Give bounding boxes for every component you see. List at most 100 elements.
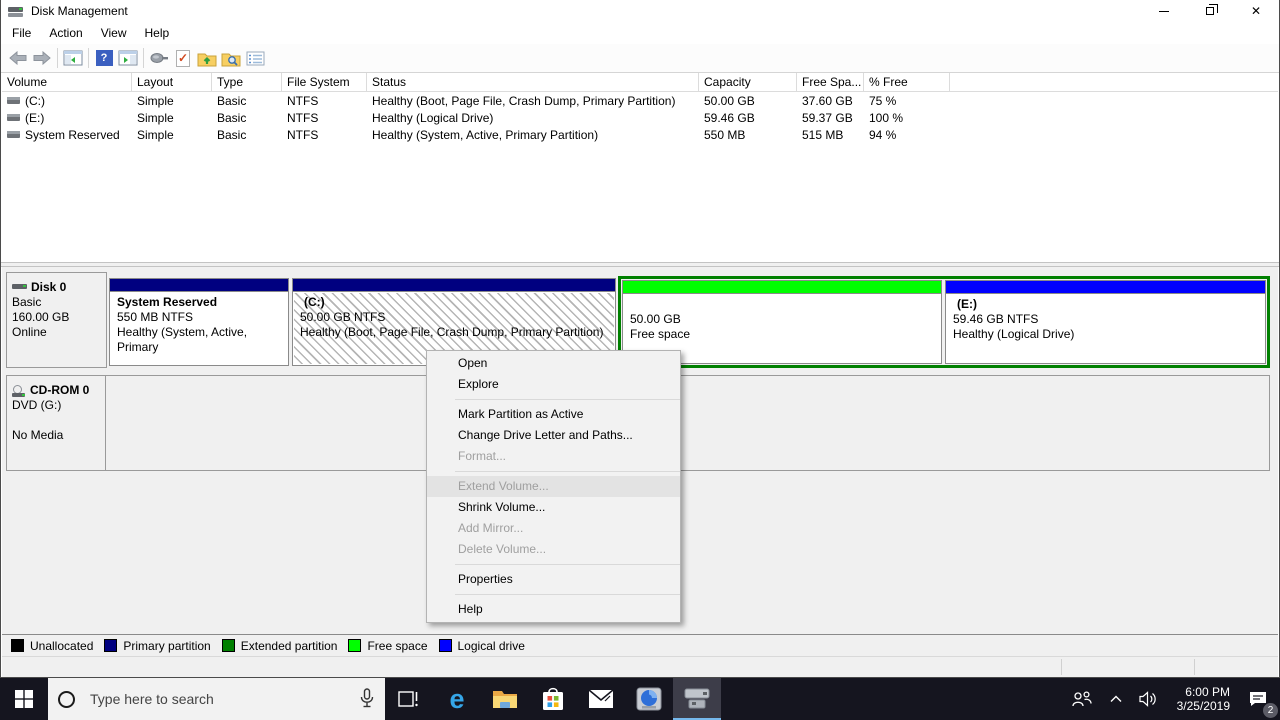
legend-logical-drive: Logical drive bbox=[438, 638, 525, 653]
notification-badge: 2 bbox=[1263, 703, 1278, 718]
menu-item-mark-partition-active[interactable]: Mark Partition as Active bbox=[427, 404, 680, 425]
check-document-button[interactable]: ✓ bbox=[171, 46, 195, 70]
volume-name: (C:) bbox=[25, 93, 45, 108]
start-button[interactable] bbox=[0, 678, 48, 720]
volume-free: 515 MB bbox=[802, 127, 844, 142]
table-row[interactable]: System Reserved Simple Basic NTFS Health… bbox=[2, 126, 1278, 143]
open-folder-button[interactable] bbox=[195, 46, 219, 70]
close-button[interactable]: ✕ bbox=[1233, 0, 1279, 22]
disk-management-icon bbox=[684, 688, 710, 709]
volume-capacity: 59.46 GB bbox=[704, 110, 755, 125]
volume-icon bbox=[7, 97, 20, 104]
menu-help[interactable]: Help bbox=[136, 23, 179, 43]
menu-item-change-drive-letter[interactable]: Change Drive Letter and Paths... bbox=[427, 425, 680, 446]
column-header-layout[interactable]: Layout bbox=[132, 73, 212, 91]
volume-type: Basic bbox=[217, 93, 247, 108]
back-button[interactable] bbox=[6, 46, 30, 70]
help-button[interactable]: ? bbox=[92, 46, 116, 70]
action-center-button[interactable]: 2 bbox=[1242, 678, 1278, 720]
taskbar-app-edge[interactable]: e bbox=[433, 678, 481, 720]
partition-context-menu: Open Explore Mark Partition as Active Ch… bbox=[426, 350, 681, 623]
toolbar-separator bbox=[57, 48, 58, 68]
free-space-swatch bbox=[348, 639, 362, 652]
cdrom-icon bbox=[12, 384, 27, 397]
menu-view[interactable]: View bbox=[92, 23, 136, 43]
volume-status: Healthy (System, Active, Primary Partiti… bbox=[372, 127, 599, 142]
volume-pct-free: 75 % bbox=[869, 93, 897, 108]
show-hidden-icons-button[interactable] bbox=[1103, 678, 1129, 720]
people-icon bbox=[1071, 691, 1092, 707]
task-view-button[interactable] bbox=[385, 678, 433, 720]
search-input[interactable] bbox=[88, 690, 359, 708]
menu-action[interactable]: Action bbox=[40, 23, 91, 43]
table-row[interactable]: (E:) Simple Basic NTFS Healthy (Logical … bbox=[2, 109, 1278, 126]
restore-icon bbox=[1206, 4, 1218, 15]
table-row[interactable]: (C:) Simple Basic NTFS Healthy (Boot, Pa… bbox=[2, 92, 1278, 109]
column-header-blank bbox=[950, 73, 1278, 91]
legend-label: Logical drive bbox=[457, 638, 525, 653]
partition-e[interactable]: (E:) 59.46 GB NTFS Healthy (Logical Driv… bbox=[945, 280, 1266, 364]
app-icon bbox=[8, 5, 24, 18]
volume-icon bbox=[7, 114, 20, 121]
taskbar-app-disk-management[interactable] bbox=[673, 678, 721, 720]
speaker-icon bbox=[1139, 691, 1156, 707]
people-button[interactable] bbox=[1065, 678, 1099, 720]
partition-title: (C:) bbox=[304, 295, 325, 309]
column-header-file-system[interactable]: File System bbox=[282, 73, 367, 91]
menu-item-help[interactable]: Help bbox=[427, 599, 680, 620]
taskbar: e bbox=[0, 678, 1280, 720]
menu-item-add-mirror: Add Mirror... bbox=[458, 521, 524, 535]
volume-pct-free: 100 % bbox=[869, 110, 904, 125]
back-icon bbox=[9, 51, 27, 65]
mail-icon bbox=[588, 689, 614, 708]
legend-label: Free space bbox=[367, 638, 428, 653]
menubar: File Action View Help bbox=[1, 22, 1279, 44]
tools-button[interactable] bbox=[147, 46, 171, 70]
menu-item-open[interactable]: Open bbox=[427, 353, 680, 374]
show-console-tree-icon bbox=[63, 50, 83, 66]
partition-size: 50.00 GB NTFS bbox=[300, 310, 386, 324]
column-header-volume[interactable]: Volume bbox=[2, 73, 132, 91]
clock[interactable]: 6:00 PM 3/25/2019 bbox=[1169, 685, 1238, 713]
show-console-tree-button[interactable] bbox=[61, 46, 85, 70]
taskbar-app-store[interactable] bbox=[529, 678, 577, 720]
disk-type: Basic bbox=[12, 295, 42, 309]
search-box[interactable] bbox=[48, 678, 385, 720]
volume-pct-free: 94 % bbox=[869, 127, 897, 142]
microphone-icon[interactable] bbox=[359, 688, 375, 710]
system-tray: 6:00 PM 3/25/2019 2 bbox=[1065, 678, 1280, 720]
forward-icon bbox=[33, 51, 51, 65]
minimize-button[interactable] bbox=[1141, 0, 1187, 22]
column-header-status[interactable]: Status bbox=[367, 73, 699, 91]
find-folder-button[interactable] bbox=[219, 46, 243, 70]
menu-item-explore[interactable]: Explore bbox=[427, 374, 680, 395]
forward-button[interactable] bbox=[30, 46, 54, 70]
taskbar-app-defrag-tool[interactable] bbox=[625, 678, 673, 720]
disk0-label-panel[interactable]: Disk 0 Basic 160.00 GB Online bbox=[6, 272, 107, 368]
properties-list-button[interactable] bbox=[243, 46, 267, 70]
menu-item-properties[interactable]: Properties bbox=[427, 569, 680, 590]
volume-button[interactable] bbox=[1133, 678, 1165, 720]
partition-system-reserved[interactable]: System Reserved 550 MB NTFS Healthy (Sys… bbox=[109, 278, 289, 366]
volume-layout: Simple bbox=[137, 127, 174, 142]
menu-file[interactable]: File bbox=[3, 23, 40, 43]
column-header-free-space[interactable]: Free Spa... bbox=[797, 73, 864, 91]
menu-separator bbox=[455, 399, 680, 400]
menu-item-delete-volume: Delete Volume... bbox=[458, 542, 547, 556]
legend-free-space: Free space bbox=[348, 638, 428, 653]
restore-button[interactable] bbox=[1187, 0, 1233, 22]
menu-item-shrink-volume[interactable]: Shrink Volume... bbox=[427, 497, 680, 518]
cortana-icon bbox=[58, 690, 75, 708]
disk-size: 160.00 GB bbox=[12, 310, 70, 324]
partition-size: 59.46 GB NTFS bbox=[953, 312, 1039, 326]
cdrom-label-panel[interactable]: CD-ROM 0 DVD (G:) No Media bbox=[6, 375, 107, 471]
volume-fs: NTFS bbox=[287, 93, 319, 108]
taskbar-app-file-explorer[interactable] bbox=[481, 678, 529, 720]
cdrom-empty-region[interactable] bbox=[105, 375, 1270, 471]
column-header-pct-free[interactable]: % Free bbox=[864, 73, 950, 91]
column-header-type[interactable]: Type bbox=[212, 73, 282, 91]
show-action-pane-button[interactable] bbox=[116, 46, 140, 70]
column-header-capacity[interactable]: Capacity bbox=[699, 73, 797, 91]
volume-status: Healthy (Boot, Page File, Crash Dump, Pr… bbox=[372, 93, 676, 108]
taskbar-app-mail[interactable] bbox=[577, 678, 625, 720]
